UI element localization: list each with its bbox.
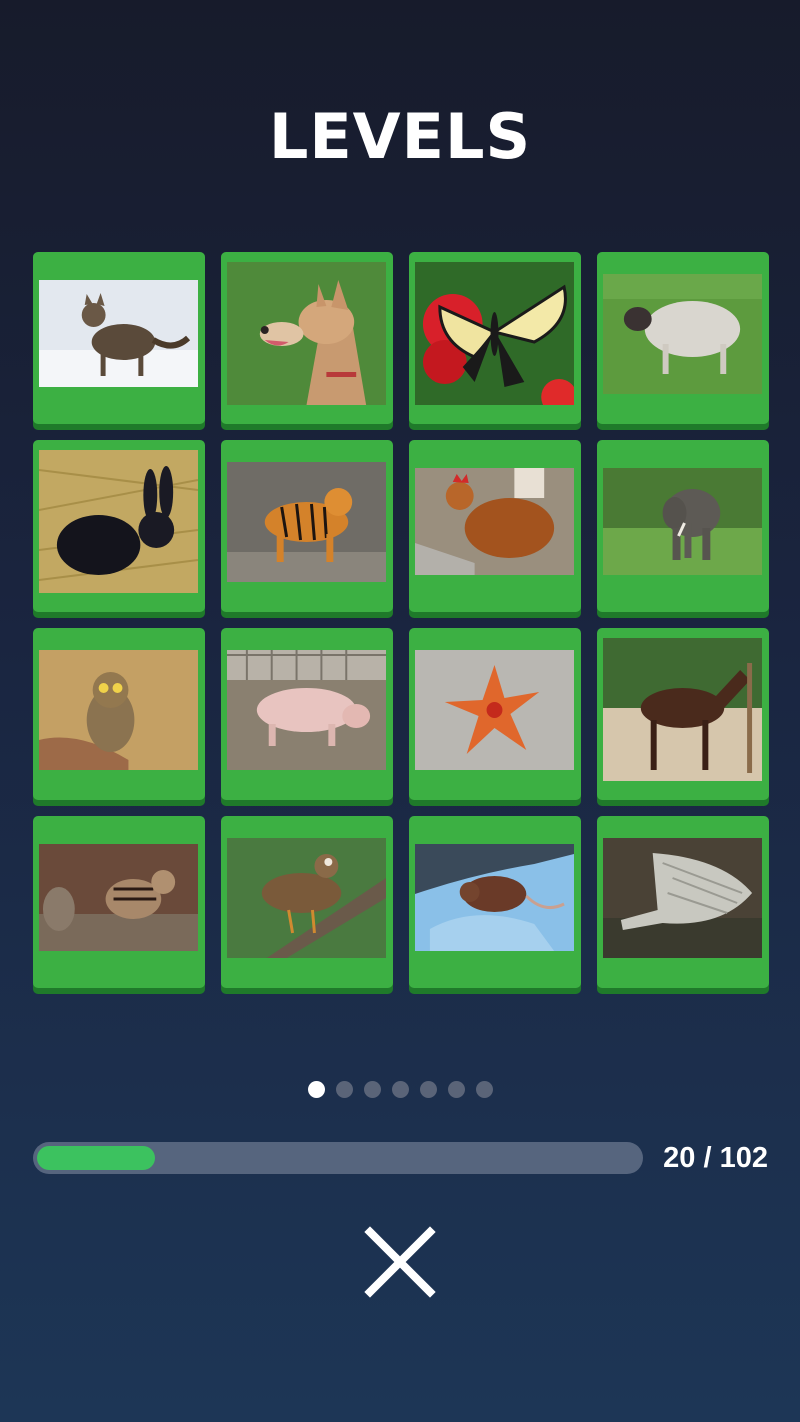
horse-image — [603, 638, 762, 781]
progress-count: 20 / 102 — [663, 1142, 768, 1174]
mouse-image — [415, 844, 574, 951]
page-dot-2[interactable] — [335, 1081, 353, 1098]
level-tile-mouse[interactable] — [409, 816, 581, 988]
level-tile-rabbit[interactable] — [33, 440, 205, 612]
progress-fill — [37, 1146, 155, 1170]
level-tile-tiger[interactable] — [221, 440, 393, 612]
close-icon — [364, 1226, 436, 1298]
level-tile-owl[interactable] — [33, 628, 205, 800]
page-dot-4[interactable] — [391, 1081, 409, 1098]
level-tile-crocodile[interactable] — [597, 816, 769, 988]
starfish-image — [415, 650, 574, 770]
page-title: LEVELS — [268, 100, 532, 173]
page-dot-1[interactable] — [307, 1081, 325, 1098]
level-tile-pig[interactable] — [221, 628, 393, 800]
level-grid — [33, 252, 769, 988]
crocodile-image — [603, 838, 762, 958]
level-tile-horse[interactable] — [597, 628, 769, 800]
sheep-image — [603, 274, 762, 394]
level-tile-elephant[interactable] — [597, 440, 769, 612]
dog-image — [227, 262, 386, 405]
level-tile-starfish[interactable] — [409, 628, 581, 800]
chicken-image — [415, 468, 574, 575]
level-tile-sheep[interactable] — [597, 252, 769, 424]
level-tile-chipmunk[interactable] — [33, 816, 205, 988]
tiger-image — [227, 462, 386, 582]
chipmunk-image — [39, 844, 198, 951]
level-tile-dog[interactable] — [221, 252, 393, 424]
level-tile-duck[interactable] — [221, 816, 393, 988]
pig-image — [227, 650, 386, 770]
page-dot-3[interactable] — [363, 1081, 381, 1098]
page-dot-5[interactable] — [419, 1081, 437, 1098]
duck-image — [227, 838, 386, 958]
cat-image — [39, 280, 198, 387]
close-button[interactable] — [360, 1222, 440, 1302]
page-dot-7[interactable] — [475, 1081, 493, 1098]
page-indicator — [0, 1081, 800, 1098]
elephant-image — [603, 468, 762, 575]
page-dot-6[interactable] — [447, 1081, 465, 1098]
butterfly-image — [415, 262, 574, 405]
rabbit-image — [39, 450, 198, 593]
level-tile-cat[interactable] — [33, 252, 205, 424]
progress-bar — [33, 1142, 643, 1174]
level-tile-chicken[interactable] — [409, 440, 581, 612]
owl-image — [39, 650, 198, 770]
level-tile-butterfly[interactable] — [409, 252, 581, 424]
